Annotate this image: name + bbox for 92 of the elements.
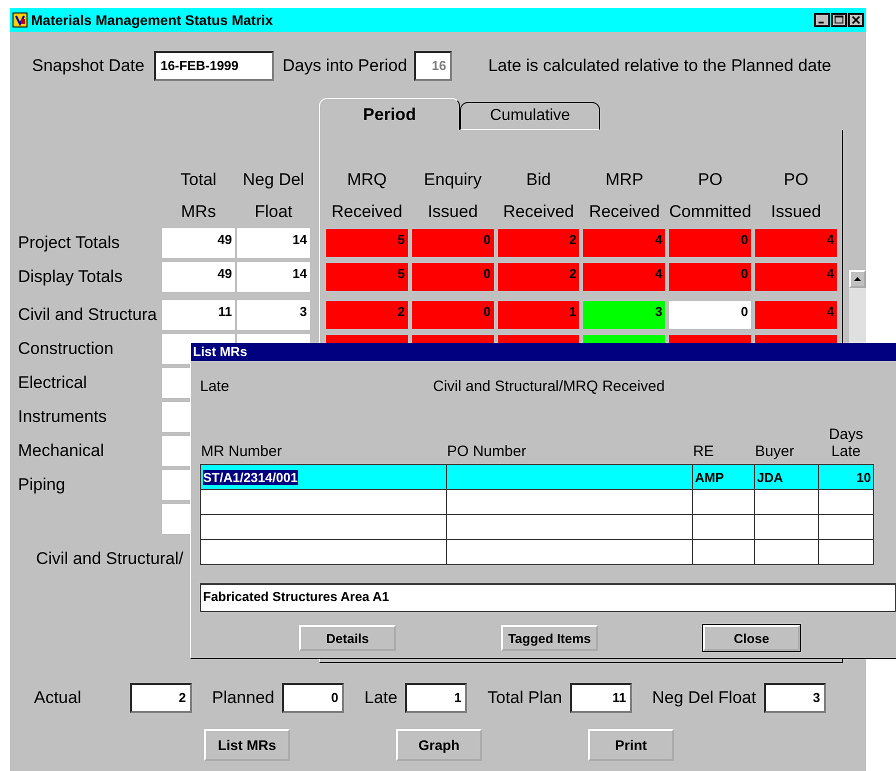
action-button[interactable]: Print bbox=[588, 729, 674, 761]
row-label[interactable]: Display Totals bbox=[18, 267, 162, 287]
row-label[interactable]: Instruments bbox=[18, 407, 162, 427]
column-header: Neg Del Float bbox=[242, 169, 306, 223]
row-label[interactable]: Project Totals bbox=[18, 233, 162, 253]
column-header: MRP Received bbox=[588, 169, 661, 223]
dialog-button[interactable]: Close bbox=[703, 625, 800, 651]
column-header: Buyer bbox=[754, 443, 796, 460]
summary-field[interactable]: 2 bbox=[130, 683, 192, 713]
date-field[interactable]: 16-FEB-1999 bbox=[154, 51, 274, 81]
dialog-button[interactable]: Details bbox=[299, 625, 396, 651]
summary-field[interactable]: 1 bbox=[405, 683, 468, 713]
status-cell[interactable]: 0 bbox=[410, 262, 495, 292]
note-text: Late is calculated relative to the Planned date bbox=[488, 56, 832, 76]
status-cell[interactable]: 5 bbox=[325, 262, 409, 292]
status-cell[interactable]: 0 bbox=[668, 262, 752, 292]
status-cell[interactable]: 1 bbox=[496, 300, 580, 330]
status-cell[interactable]: 4 bbox=[754, 300, 838, 330]
selection-label: Civil and Structural/ bbox=[35, 548, 184, 570]
table-cell bbox=[818, 514, 874, 540]
days-label: Days into Period bbox=[282, 56, 408, 76]
total-cell: 14 bbox=[237, 262, 310, 292]
context-label: Civil and Structural/MRQ Received bbox=[433, 378, 665, 397]
table-cell bbox=[754, 540, 818, 564]
column-header: MR Number bbox=[200, 443, 283, 460]
table-cell bbox=[692, 490, 754, 514]
column-header: PO Issued bbox=[770, 169, 822, 223]
status-cell[interactable]: 2 bbox=[496, 262, 580, 292]
snapshot-label: Snapshot Date bbox=[32, 56, 144, 76]
table-cell: JDA bbox=[754, 464, 818, 490]
status-cell[interactable]: 4 bbox=[582, 228, 666, 258]
up-arrow-icon bbox=[854, 277, 861, 281]
total-cell: 3 bbox=[237, 300, 310, 330]
table-cell bbox=[818, 540, 874, 564]
mode-label: Late bbox=[200, 378, 230, 397]
scroll-up-button[interactable] bbox=[849, 270, 866, 288]
row-label[interactable]: Electrical bbox=[18, 373, 162, 393]
status-cell[interactable]: 2 bbox=[496, 228, 580, 258]
tab[interactable]: Cumulative bbox=[460, 102, 600, 130]
dialog-button[interactable]: Tagged Items bbox=[501, 625, 598, 651]
description-field[interactable]: Fabricated Structures Area A1 bbox=[200, 583, 896, 612]
summary-label: Neg Del Float bbox=[652, 688, 756, 708]
table-cell bbox=[692, 514, 754, 540]
column-header: Enquiry Issued bbox=[422, 169, 483, 223]
status-cell[interactable]: 0 bbox=[410, 300, 495, 330]
maximize-icon[interactable] bbox=[831, 13, 847, 27]
summary-label: Late bbox=[364, 688, 398, 708]
app-icon bbox=[12, 12, 28, 28]
column-header: Bid Received bbox=[502, 169, 575, 223]
status-cell[interactable]: 2 bbox=[325, 300, 409, 330]
tab[interactable]: Period bbox=[319, 98, 460, 130]
minimize-icon[interactable] bbox=[814, 13, 830, 27]
row-label[interactable]: Mechanical bbox=[18, 441, 162, 461]
selected-text: ST/A1/2314/001 bbox=[203, 470, 298, 484]
action-button[interactable]: List MRs bbox=[204, 729, 290, 761]
table-cell bbox=[692, 540, 754, 564]
total-cell: 11 bbox=[162, 300, 235, 330]
table-cell bbox=[754, 514, 818, 540]
column-header: PO Committed bbox=[668, 169, 752, 223]
row-label[interactable]: Piping bbox=[18, 475, 162, 495]
total-cell: 14 bbox=[237, 228, 310, 258]
status-cell[interactable]: 0 bbox=[668, 228, 752, 258]
column-header: MRQ Received bbox=[330, 169, 404, 223]
table-cell: AMP bbox=[692, 464, 754, 490]
status-cell[interactable]: 4 bbox=[582, 262, 666, 292]
summary-label: Planned bbox=[212, 688, 274, 708]
status-cell[interactable]: 4 bbox=[754, 228, 838, 258]
status-cell[interactable]: 3 bbox=[582, 300, 666, 330]
summary-field[interactable]: 0 bbox=[282, 683, 344, 713]
window-title: Materials Management Status Matrix bbox=[31, 12, 274, 28]
table-cell: 10 bbox=[818, 464, 874, 490]
total-cell: 49 bbox=[162, 228, 235, 258]
summary-field[interactable]: 3 bbox=[764, 683, 826, 713]
summary-field[interactable]: 11 bbox=[570, 683, 632, 713]
column-header: Days Late bbox=[828, 426, 864, 460]
total-cell: 49 bbox=[162, 262, 235, 292]
status-cell[interactable]: 4 bbox=[754, 262, 838, 292]
status-cell[interactable]: 0 bbox=[410, 228, 495, 258]
row-label[interactable]: Civil and Structura bbox=[18, 305, 162, 325]
status-cell[interactable]: 0 bbox=[668, 300, 752, 330]
row-label[interactable]: Construction bbox=[18, 339, 162, 359]
summary-label: Actual bbox=[34, 688, 82, 708]
action-button[interactable]: Graph bbox=[396, 729, 482, 761]
summary-label: Total Plan bbox=[487, 688, 562, 708]
column-header: PO Number bbox=[446, 443, 528, 460]
table-cell bbox=[818, 490, 874, 514]
table-cell bbox=[754, 490, 818, 514]
dialog-title: List MRs bbox=[191, 343, 896, 361]
column-header: RE bbox=[692, 443, 715, 460]
status-cell[interactable]: 5 bbox=[325, 228, 409, 258]
column-header: Total MRs bbox=[180, 169, 218, 223]
close-icon[interactable] bbox=[848, 13, 864, 27]
